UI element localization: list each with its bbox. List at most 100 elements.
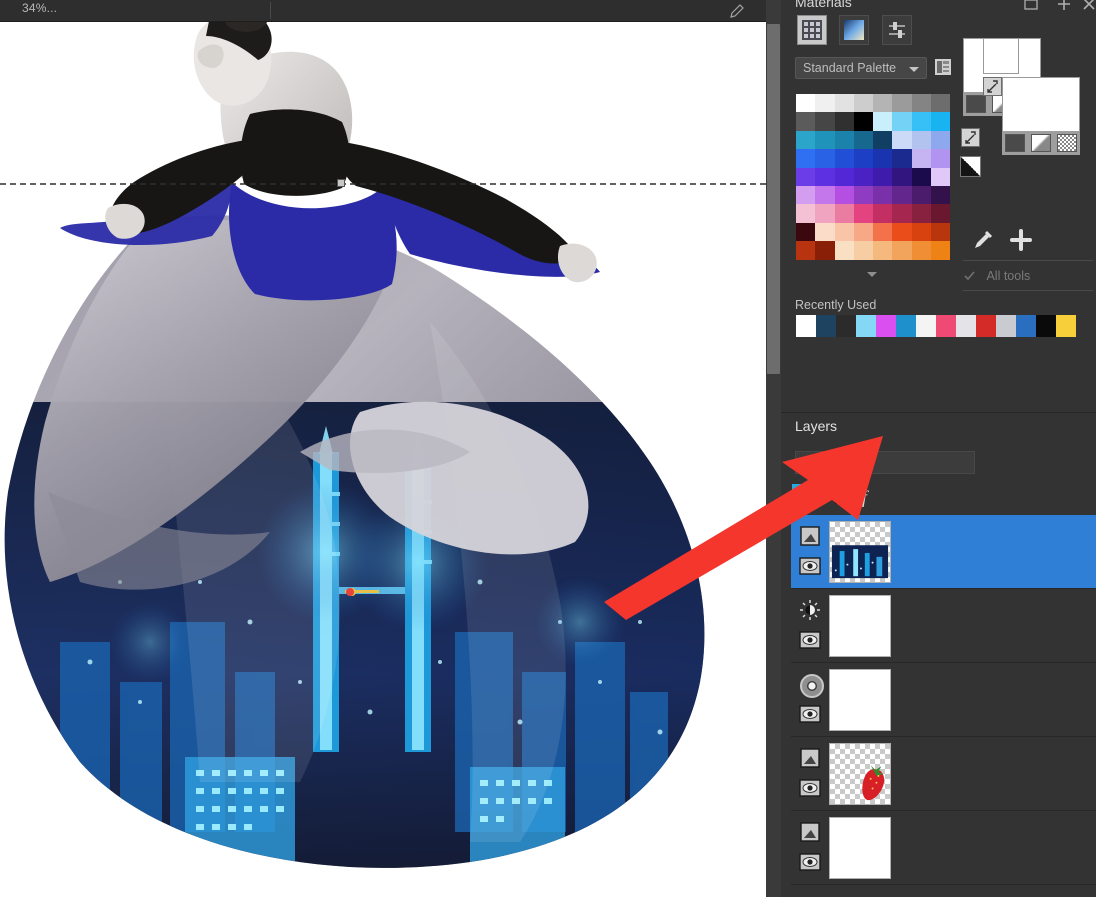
swap-materials-icon-2[interactable] [961,128,980,147]
scrollbar-thumb[interactable] [767,24,780,374]
palette-swatch[interactable] [911,149,932,168]
palette-swatch[interactable] [931,94,951,113]
palette-swatch[interactable] [892,149,912,168]
palette-swatch[interactable] [796,241,816,260]
layer-visibility-eye-icon[interactable] [799,631,821,649]
recent-swatch[interactable] [996,315,1016,337]
palette-swatch[interactable] [834,149,854,168]
palette-swatch[interactable] [911,185,932,205]
palette-swatch[interactable] [853,241,874,260]
add-icon[interactable] [1056,0,1072,12]
selection-handle[interactable] [337,179,345,187]
brightness-contrast-icon[interactable] [799,599,821,621]
palette-swatch[interactable] [834,204,854,223]
recent-swatch[interactable] [976,315,996,337]
palette-swatch[interactable] [796,185,816,205]
recent-swatch[interactable] [1036,315,1056,337]
eyedropper-icon[interactable] [971,228,995,252]
recent-swatch[interactable] [956,315,976,337]
palette-swatch[interactable] [892,222,912,242]
vignette-icon[interactable] [799,673,825,699]
background-style-buttons[interactable] [1002,131,1080,155]
palette-swatch[interactable] [931,222,951,242]
bg-gradient-chip[interactable] [1031,134,1051,152]
zoom-level-indicator[interactable]: 34%... [22,1,57,15]
palette-swatch[interactable] [931,204,951,223]
recent-swatch[interactable] [856,315,876,337]
new-vector-layer-button[interactable] [823,483,849,509]
all-tools-checkbox-row[interactable]: All tools [963,267,1030,285]
palette-swatch[interactable] [815,204,835,223]
layer-thumbnail[interactable] [829,595,891,657]
close-icon[interactable] [1081,0,1096,12]
layer-thumbnail[interactable] [829,743,891,805]
palette-swatch[interactable] [873,167,893,186]
recent-swatch[interactable] [816,315,836,337]
layer-row-vignette[interactable] [791,663,1096,737]
palette-swatch[interactable] [834,130,854,150]
bg-color-chip[interactable] [1005,134,1025,152]
palette-swatch[interactable] [834,112,854,131]
palette-swatch[interactable] [815,130,835,150]
layer-visibility-eye-icon[interactable] [799,779,821,797]
layer-visibility-eye-icon[interactable] [799,853,821,871]
background-material-swatch-small[interactable] [983,38,1019,74]
palette-swatch[interactable] [931,130,951,150]
recently-used-swatches[interactable] [796,315,1076,337]
palette-swatch[interactable] [892,112,912,131]
palette-swatch[interactable] [796,167,816,186]
palette-swatch[interactable] [873,241,893,260]
raster-layer-icon[interactable] [799,747,821,769]
float-panel-icon[interactable] [1023,0,1039,12]
palette-swatch[interactable] [931,241,951,260]
bg-pattern-chip[interactable] [1057,134,1077,152]
hsl-mode-button[interactable] [881,15,912,45]
palette-swatch[interactable] [853,149,874,168]
palette-swatch[interactable] [815,94,835,113]
palette-swatch[interactable] [892,167,912,186]
layer-thumbnail[interactable] [829,669,891,731]
palette-swatch[interactable] [911,130,932,150]
palette-swatch[interactable] [834,185,854,205]
palette-swatch[interactable] [834,241,854,260]
layer-visibility-eye-icon[interactable] [799,705,821,723]
layer-thumbnail[interactable] [829,817,891,879]
layer-thumbnail[interactable] [829,521,891,583]
palette-swatch[interactable] [796,94,816,113]
palette-swatch[interactable] [834,94,854,113]
palette-swatch[interactable] [815,167,835,186]
recent-swatch[interactable] [916,315,936,337]
palette-swatch[interactable] [796,112,816,131]
palette-swatch[interactable] [796,149,816,168]
palette-swatch[interactable] [873,94,893,113]
raster-layer-icon[interactable] [799,821,821,843]
recent-swatch[interactable] [936,315,956,337]
gradient-mode-button[interactable] [839,15,870,45]
palette-swatch[interactable] [796,130,816,150]
palette-swatch[interactable] [911,204,932,223]
palette-swatch[interactable] [892,130,912,150]
palette-manager-button[interactable] [933,56,953,78]
palette-swatch[interactable] [815,241,835,260]
layer-list[interactable] [791,515,1096,885]
layer-row-background[interactable] [791,811,1096,885]
palette-swatch[interactable] [853,130,874,150]
layer-row-strawberry[interactable] [791,737,1096,811]
palette-swatch[interactable] [796,204,816,223]
palette-swatch[interactable] [853,222,874,242]
color-palette-grid[interactable] [796,94,951,260]
palette-swatch[interactable] [796,222,816,242]
palette-swatch[interactable] [931,185,951,205]
layer-row-brightness[interactable] [791,589,1096,663]
new-art-media-layer-button[interactable]: f [856,483,882,509]
raster-layer-icon[interactable] [799,525,821,547]
palette-swatch[interactable] [815,185,835,205]
palette-swatch[interactable] [834,167,854,186]
new-raster-layer-button[interactable] [791,483,817,509]
palette-swatch[interactable] [873,112,893,131]
palette-select-dropdown[interactable]: Standard Palette [795,57,927,79]
palette-swatch[interactable] [815,112,835,131]
palette-swatch[interactable] [815,222,835,242]
fg-color-chip[interactable] [966,95,986,113]
palette-swatch[interactable] [911,222,932,242]
